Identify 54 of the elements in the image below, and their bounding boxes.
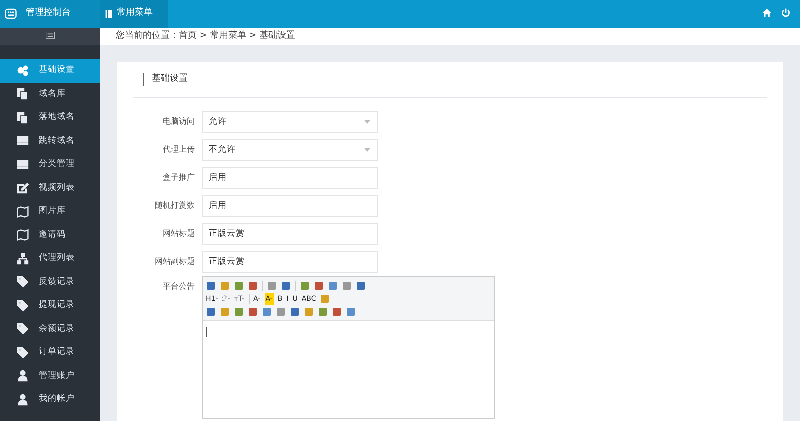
brand-title: 管理控制台 — [26, 7, 71, 20]
sidebar-item[interactable]: 代理列表 — [0, 247, 100, 270]
edit-icon — [17, 182, 29, 194]
map-icon — [17, 206, 29, 218]
input-field[interactable]: 启用 — [202, 167, 378, 189]
sidebar-item[interactable]: 邀请码 — [0, 224, 100, 247]
sidebar-item[interactable]: 提现记录 — [0, 294, 100, 318]
tag-icon — [17, 323, 29, 336]
gears-icon — [17, 64, 29, 77]
sidebar-item[interactable]: 余额记录 — [0, 318, 100, 341]
caret-icon — [364, 120, 371, 124]
menu-icon — [46, 32, 54, 39]
breadcrumb: 您当前的位置：首页 > 常用菜单 > 基础设置 — [100, 28, 800, 45]
power-icon — [781, 8, 791, 18]
list-icon — [17, 158, 29, 171]
documents-icon — [17, 112, 29, 124]
select-field[interactable]: 允许 — [202, 111, 378, 133]
caret-icon — [364, 148, 371, 152]
sidebar-item[interactable]: 域名库 — [0, 82, 100, 106]
sidebar-item[interactable]: 反馈记录 — [0, 270, 100, 294]
field-label: 网站副标题 — [154, 256, 196, 268]
menu-tab[interactable]: 常用菜单 — [100, 0, 168, 28]
tag-icon — [17, 276, 29, 288]
book-icon — [104, 9, 112, 19]
panel-title: 基础设置 — [143, 72, 188, 86]
field-label: 盒子推广 — [162, 172, 196, 184]
sidebar-item[interactable]: 落地域名 — [0, 106, 100, 130]
input-field[interactable]: 正版云赏 — [202, 251, 378, 273]
field-label: 代理上传 — [162, 144, 196, 156]
dashboard-icon — [5, 8, 17, 20]
field-label: 电脑访问 — [162, 116, 196, 128]
text-cursor — [206, 327, 207, 337]
map-icon — [17, 229, 29, 242]
input-field[interactable]: 正版云赏 — [202, 223, 378, 245]
sidebar-item[interactable]: 视频列表 — [0, 176, 100, 200]
user-icon — [17, 370, 29, 382]
sitemap-icon — [17, 252, 29, 265]
sidebar-item[interactable]: 图片库 — [0, 200, 100, 224]
select-field[interactable]: 不允许 — [202, 139, 378, 161]
tag-icon — [17, 346, 29, 359]
sidebar-item[interactable]: 管理账户 — [0, 364, 100, 388]
field-label: 网站标题 — [162, 228, 196, 240]
sidebar-item[interactable]: 分类管理 — [0, 153, 100, 176]
list-icon — [17, 135, 29, 148]
input-field[interactable]: 启用 — [202, 195, 378, 217]
home-icon — [762, 8, 772, 18]
sidebar-item[interactable]: 跳转域名 — [0, 130, 100, 153]
documents-icon — [17, 88, 29, 100]
sidebar-item[interactable]: 我的帐户 — [0, 388, 100, 412]
field-label: 随机打赏数 — [154, 200, 196, 212]
tag-icon — [17, 300, 29, 312]
field-label: 平台公告 — [162, 281, 196, 293]
sidebar-item[interactable]: 订单记录 — [0, 341, 100, 364]
user-icon — [17, 394, 29, 406]
